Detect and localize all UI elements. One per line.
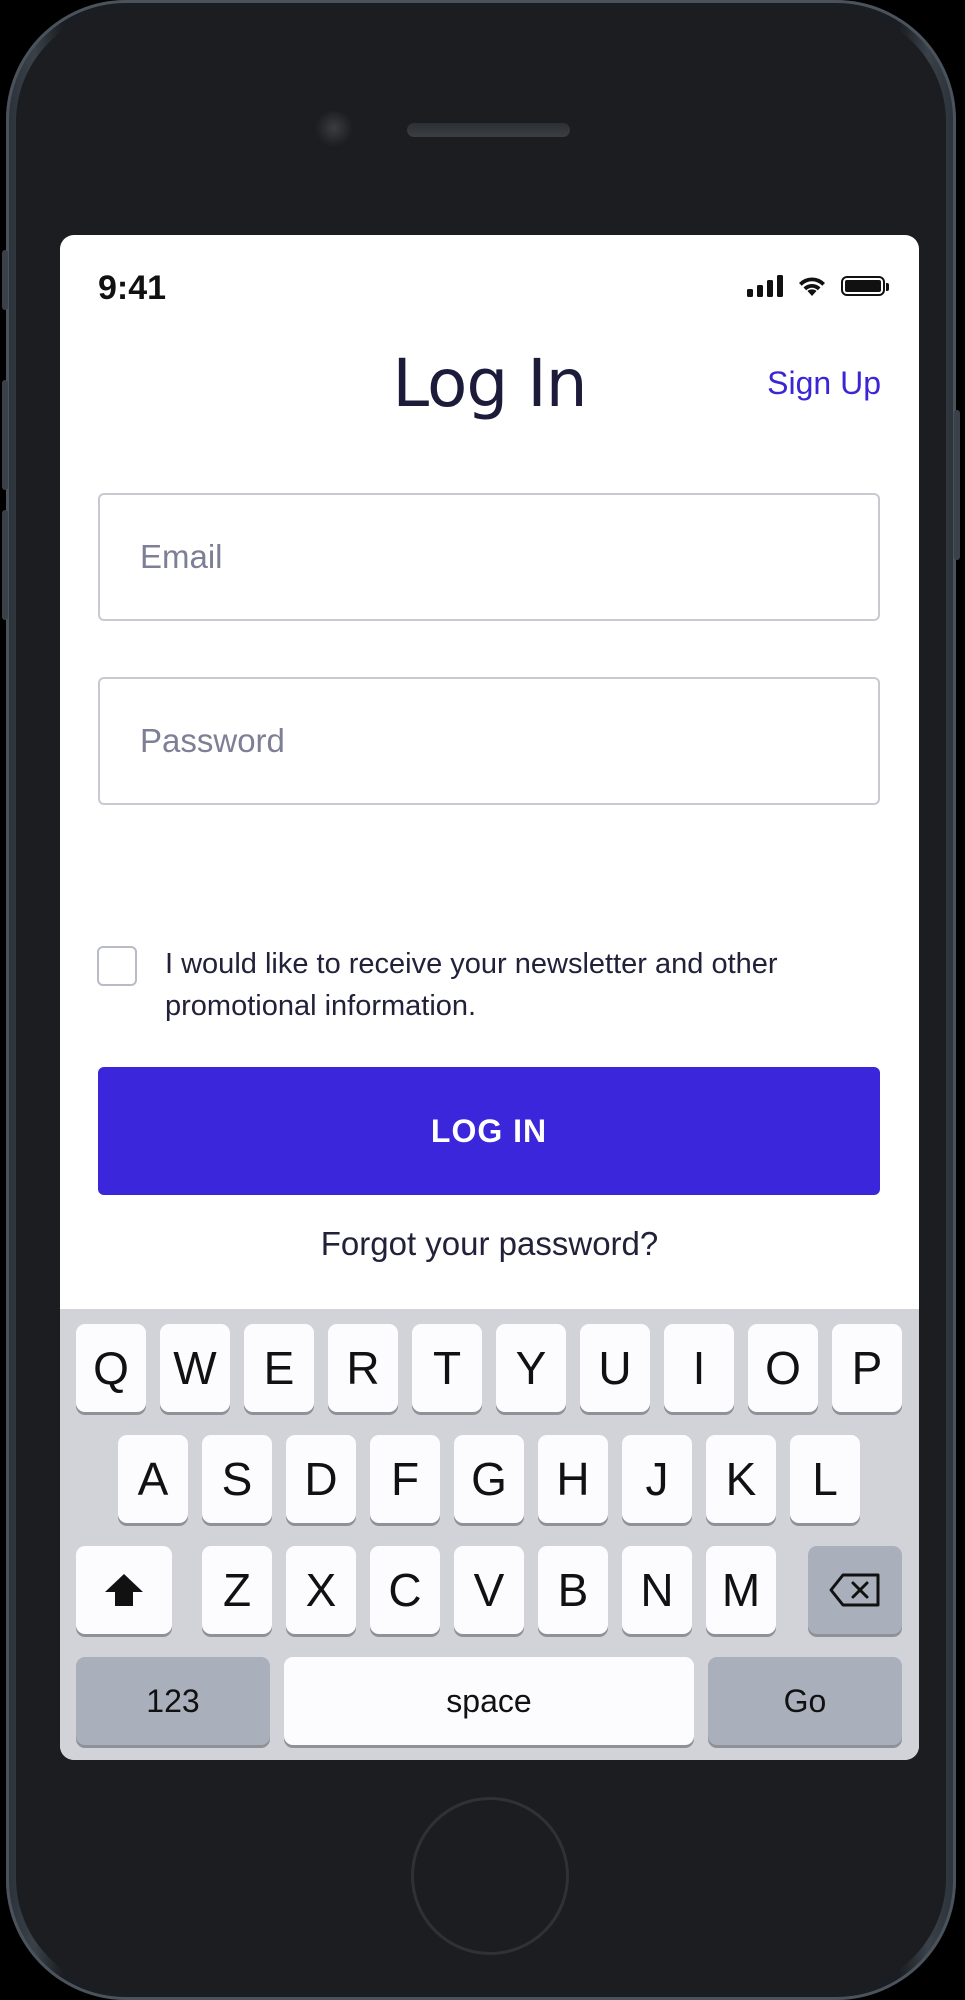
front-camera <box>315 111 353 149</box>
backspace-icon <box>829 1573 880 1607</box>
key-w[interactable]: W <box>160 1324 230 1412</box>
login-button[interactable]: LOG IN <box>98 1067 880 1195</box>
backspace-key[interactable] <box>808 1546 902 1634</box>
key-l[interactable]: L <box>790 1435 860 1523</box>
wifi-icon <box>799 277 825 296</box>
shift-key[interactable] <box>76 1546 172 1634</box>
forgot-password-link[interactable]: Forgot your password? <box>60 1225 919 1263</box>
earpiece-speaker <box>407 123 570 137</box>
key-q[interactable]: Q <box>76 1324 146 1412</box>
key-n[interactable]: N <box>622 1546 692 1634</box>
keyboard-row-3: Z X C V B N M <box>60 1546 919 1634</box>
phone-frame: 9:41 Log In Sign Up I would like to rece… <box>2 0 960 2000</box>
power-button <box>954 410 960 560</box>
key-x[interactable]: X <box>286 1546 356 1634</box>
home-button[interactable] <box>411 1797 569 1955</box>
volume-up-button <box>2 380 8 490</box>
key-d[interactable]: D <box>286 1435 356 1523</box>
newsletter-label: I would like to receive your newsletter … <box>165 948 778 1022</box>
status-icons <box>747 275 889 297</box>
key-g[interactable]: G <box>454 1435 524 1523</box>
keyboard-row-4: 123 space Go <box>60 1657 919 1745</box>
cellular-signal-icon <box>747 275 783 297</box>
keyboard: Q W E R T Y U I O P A S D F G H J K L Z … <box>60 1309 919 1760</box>
space-key[interactable]: space <box>284 1657 694 1745</box>
email-field[interactable] <box>100 495 878 619</box>
sign-up-link[interactable]: Sign Up <box>767 365 881 402</box>
key-t[interactable]: T <box>412 1324 482 1412</box>
keyboard-row-2: A S D F G H J K L <box>60 1435 919 1523</box>
key-f[interactable]: F <box>370 1435 440 1523</box>
key-r[interactable]: R <box>328 1324 398 1412</box>
password-field-container <box>98 677 880 805</box>
key-i[interactable]: I <box>664 1324 734 1412</box>
screen: 9:41 Log In Sign Up I would like to rece… <box>60 235 919 1760</box>
key-y[interactable]: Y <box>496 1324 566 1412</box>
key-j[interactable]: J <box>622 1435 692 1523</box>
key-e[interactable]: E <box>244 1324 314 1412</box>
key-k[interactable]: K <box>706 1435 776 1523</box>
password-field[interactable] <box>100 679 878 803</box>
mute-switch <box>2 250 8 310</box>
shift-arrow-icon <box>105 1574 143 1606</box>
go-key[interactable]: Go <box>708 1657 902 1745</box>
key-p[interactable]: P <box>832 1324 902 1412</box>
key-a[interactable]: A <box>118 1435 188 1523</box>
key-b[interactable]: B <box>538 1546 608 1634</box>
key-s[interactable]: S <box>202 1435 272 1523</box>
key-u[interactable]: U <box>580 1324 650 1412</box>
numbers-key[interactable]: 123 <box>76 1657 270 1745</box>
newsletter-checkbox[interactable] <box>97 946 137 986</box>
email-field-container <box>98 493 880 621</box>
battery-icon <box>841 276 889 296</box>
key-v[interactable]: V <box>454 1546 524 1634</box>
key-z[interactable]: Z <box>202 1546 272 1634</box>
key-m[interactable]: M <box>706 1546 776 1634</box>
key-c[interactable]: C <box>370 1546 440 1634</box>
key-h[interactable]: H <box>538 1435 608 1523</box>
keyboard-row-1: Q W E R T Y U I O P <box>60 1324 919 1412</box>
status-time: 9:41 <box>98 269 167 307</box>
volume-down-button <box>2 510 8 620</box>
key-o[interactable]: O <box>748 1324 818 1412</box>
